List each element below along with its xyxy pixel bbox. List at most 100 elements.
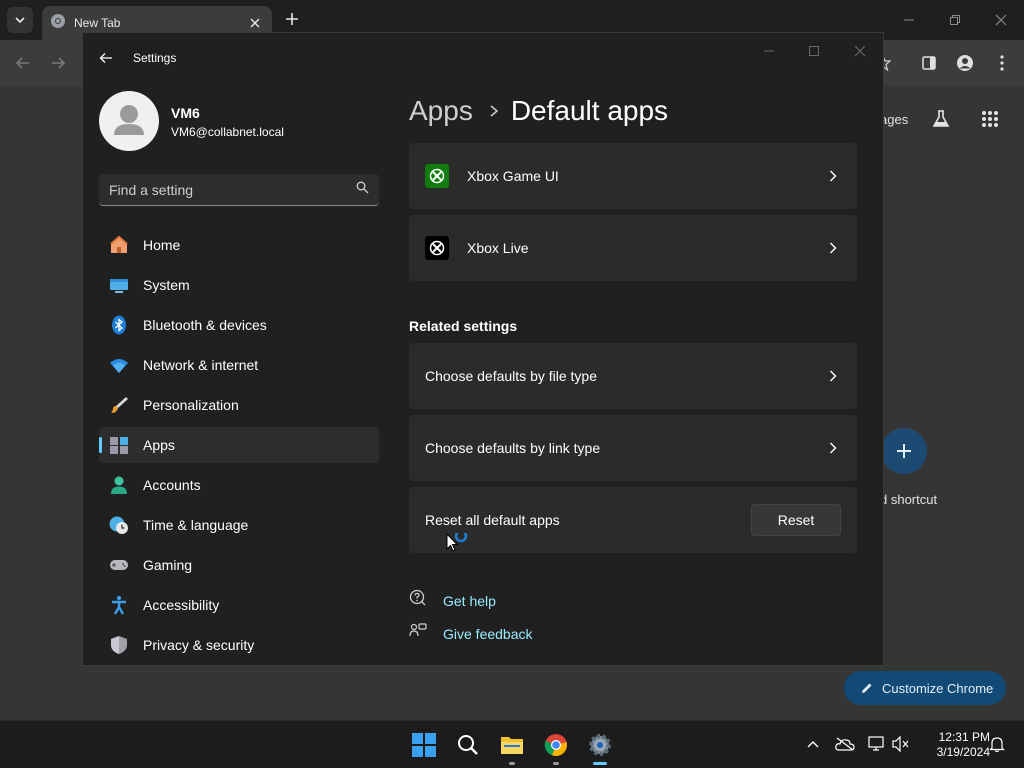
- browser-back-button[interactable]: [8, 48, 38, 78]
- arrow-right-icon: [52, 57, 66, 69]
- nav-item-home[interactable]: Home: [99, 227, 379, 263]
- tab-close-icon[interactable]: [248, 16, 262, 30]
- chevron-down-icon: [15, 17, 25, 24]
- search-icon[interactable]: [356, 181, 369, 199]
- kebab-menu-icon[interactable]: [987, 48, 1017, 78]
- chrome-taskbar-button[interactable]: [540, 729, 572, 765]
- card-label: Reset all default apps: [425, 512, 560, 528]
- nav-item-accounts[interactable]: Accounts: [99, 467, 379, 503]
- start-button[interactable]: [408, 729, 440, 761]
- gear-icon: [589, 734, 611, 756]
- nav-item-gaming[interactable]: Gaming: [99, 547, 379, 583]
- choose-defaults-by-link-type[interactable]: Choose defaults by link type: [409, 415, 857, 481]
- nav-item-label: System: [143, 277, 190, 293]
- nav-item-label: Home: [143, 237, 181, 253]
- show-hidden-icons-button[interactable]: [802, 733, 824, 755]
- profile-icon[interactable]: [950, 48, 980, 78]
- nav-item-label: Network & internet: [143, 357, 259, 373]
- breadcrumb-parent[interactable]: Apps: [409, 95, 473, 127]
- nav-item-label: Privacy & security: [143, 637, 255, 653]
- tab-title: New Tab: [74, 16, 121, 30]
- add-shortcut-button[interactable]: [881, 428, 927, 474]
- nav-item-network[interactable]: Network & internet: [99, 347, 379, 383]
- network-icon[interactable]: [866, 733, 888, 755]
- app-name: Xbox Game UI: [467, 168, 559, 184]
- nav-item-privacy-security[interactable]: Privacy & security: [99, 627, 379, 663]
- customize-chrome-label: Customize Chrome: [882, 680, 994, 696]
- xbox-icon: [425, 164, 449, 188]
- settings-back-button[interactable]: [95, 47, 117, 69]
- volume-muted-icon[interactable]: [890, 733, 912, 755]
- gamepad-icon: [109, 555, 129, 575]
- pencil-icon: [862, 683, 872, 693]
- chevron-right-icon: [825, 240, 841, 256]
- chevron-right-icon: [825, 168, 841, 184]
- choose-defaults-by-file-type[interactable]: Choose defaults by file type: [409, 343, 857, 409]
- feedback-icon: [409, 622, 427, 645]
- give-feedback-label[interactable]: Give feedback: [443, 626, 533, 642]
- chevron-right-icon: [489, 104, 499, 118]
- get-help-label[interactable]: Get help: [443, 593, 496, 609]
- apps-icon: [109, 435, 129, 455]
- nav-item-label: Accessibility: [143, 597, 220, 613]
- get-help-link[interactable]: Get help: [409, 589, 496, 612]
- browser-close-button[interactable]: [988, 8, 1014, 32]
- nav-item-bluetooth[interactable]: Bluetooth & devices: [99, 307, 379, 343]
- give-feedback-link[interactable]: Give feedback: [409, 622, 533, 645]
- onedrive-icon[interactable]: [834, 733, 856, 755]
- nav-item-apps[interactable]: Apps: [99, 427, 379, 463]
- breadcrumb: Apps Default apps: [409, 91, 668, 131]
- settings-nav: Home System Bluetooth & devices Network …: [99, 227, 379, 665]
- nav-item-personalization[interactable]: Personalization: [99, 387, 379, 423]
- settings-title-bar: Settings: [83, 33, 883, 83]
- clock-date: 3/19/2024: [936, 745, 990, 759]
- settings-window: Settings VM6 VM6@collabnet.local Home: [82, 32, 884, 666]
- wifi-icon: [109, 355, 129, 375]
- browser-forward-button[interactable]: [43, 48, 73, 78]
- apps-grid-icon[interactable]: [975, 104, 1005, 134]
- settings-close-button[interactable]: [846, 41, 874, 61]
- reset-button[interactable]: Reset: [751, 504, 841, 536]
- tab-search-button[interactable]: [7, 7, 33, 33]
- help-chat-icon: [409, 589, 427, 612]
- settings-search-box[interactable]: [99, 174, 379, 206]
- plus-icon: [286, 13, 298, 25]
- add-shortcut-label: d shortcut: [880, 492, 938, 507]
- card-label: Choose defaults by link type: [425, 440, 601, 456]
- user-profile[interactable]: VM6 VM6@collabnet.local: [99, 91, 379, 151]
- shield-icon: [109, 635, 129, 655]
- windows-logo-icon: [412, 733, 436, 757]
- browser-minimize-button[interactable]: [896, 8, 922, 32]
- nav-item-accessibility[interactable]: Accessibility: [99, 587, 379, 623]
- app-row-xbox-live[interactable]: Xbox Live: [409, 215, 857, 281]
- related-settings-heading: Related settings: [409, 318, 518, 334]
- settings-search-input[interactable]: [109, 181, 356, 198]
- side-panel-icon[interactable]: [914, 48, 944, 78]
- user-email: VM6@collabnet.local: [171, 125, 284, 139]
- new-tab-button[interactable]: [282, 9, 302, 29]
- images-link[interactable]: ages: [880, 112, 908, 127]
- notifications-bell-icon[interactable]: [986, 733, 1008, 755]
- app-row-xbox-game-ui[interactable]: Xbox Game UI: [409, 143, 857, 209]
- folder-icon: [501, 737, 523, 754]
- settings-maximize-button[interactable]: [800, 41, 828, 61]
- paintbrush-icon: [109, 395, 129, 415]
- nav-item-label: Accounts: [143, 477, 201, 493]
- taskbar-clock[interactable]: 12:31 PM 3/19/2024: [918, 730, 990, 760]
- taskbar-search-button[interactable]: [452, 729, 484, 761]
- nav-item-time-language[interactable]: Time & language: [99, 507, 379, 543]
- chevron-right-icon: [825, 368, 841, 384]
- chevron-up-icon: [807, 741, 819, 748]
- card-label: Choose defaults by file type: [425, 368, 597, 384]
- running-indicator: [593, 762, 607, 765]
- settings-taskbar-button[interactable]: [584, 729, 616, 765]
- avatar: [99, 91, 159, 151]
- file-explorer-button[interactable]: [496, 729, 528, 765]
- chrome-logo-icon: [50, 13, 66, 34]
- nav-item-system[interactable]: System: [99, 267, 379, 303]
- browser-restore-button[interactable]: [942, 8, 968, 32]
- reset-default-apps-row: Reset all default apps Reset: [409, 487, 857, 553]
- settings-minimize-button[interactable]: [755, 41, 783, 61]
- customize-chrome-button[interactable]: Customize Chrome: [844, 671, 1006, 705]
- labs-flask-icon[interactable]: [926, 104, 956, 134]
